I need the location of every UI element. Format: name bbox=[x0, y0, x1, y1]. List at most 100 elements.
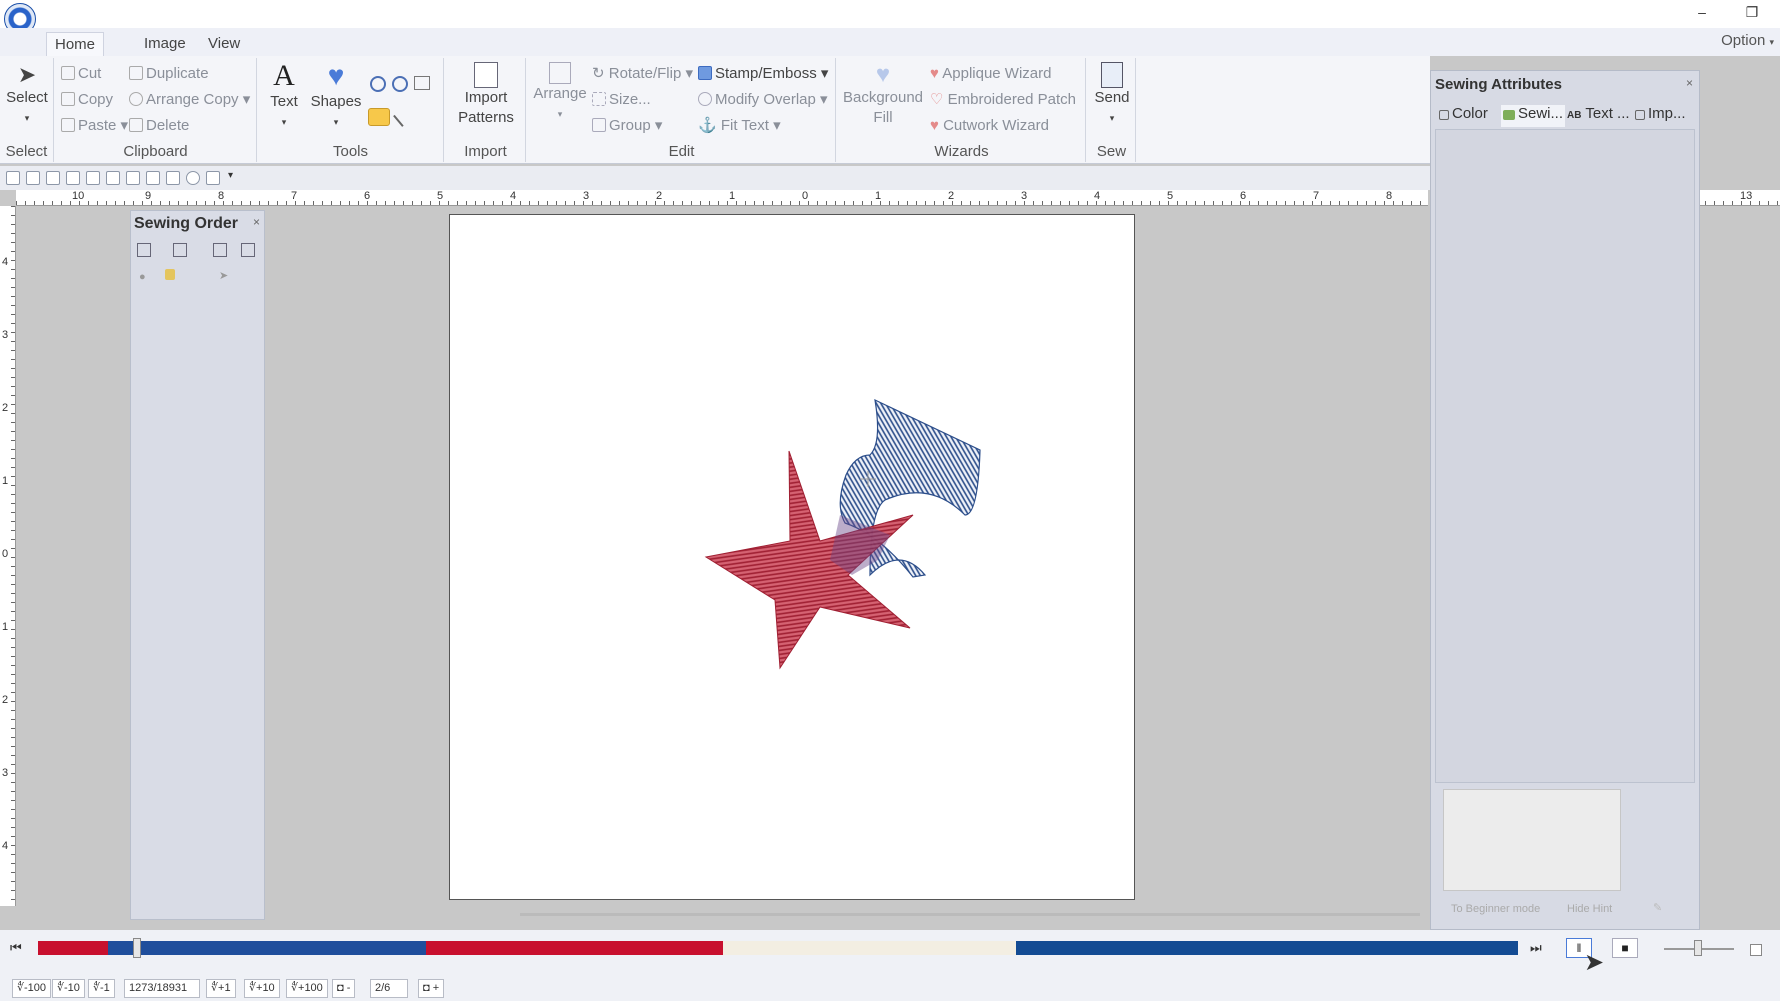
select-label: Select bbox=[6, 89, 48, 106]
arrange-button[interactable]: Arrange ▾ bbox=[530, 62, 590, 124]
duplicate-button[interactable]: Duplicate bbox=[129, 62, 209, 86]
tab-image[interactable]: Imp... bbox=[1635, 105, 1686, 127]
group-wizards: ♥ Background Fill ♥ Applique Wizard ♡ Em… bbox=[838, 58, 1086, 162]
frame-icon[interactable] bbox=[241, 243, 255, 257]
zoom-in-icon[interactable] bbox=[370, 76, 386, 92]
tab-color[interactable]: Color bbox=[1439, 105, 1488, 127]
layout-icon[interactable] bbox=[146, 171, 160, 185]
restore-icon[interactable]: ❐ bbox=[1740, 4, 1764, 24]
ruler-label: 0 bbox=[2, 548, 9, 560]
combine-icon[interactable] bbox=[213, 243, 227, 257]
stamp-emboss-button[interactable]: Stamp/Emboss ▾ bbox=[698, 62, 828, 86]
shapes-button[interactable]: ♥ Shapes ▾ bbox=[308, 60, 364, 132]
select-button[interactable]: ➤ Select ▾ bbox=[2, 62, 52, 128]
back-100-label: -100 bbox=[24, 982, 47, 994]
background-fill-button[interactable]: ♥ Background Fill bbox=[840, 62, 926, 128]
zoom-out-icon[interactable] bbox=[392, 76, 408, 92]
skip-end-icon[interactable]: ⏭ bbox=[1530, 940, 1542, 956]
back-100-button[interactable]: ∜-100 bbox=[12, 979, 52, 998]
paste-button[interactable]: Paste ▾ bbox=[61, 114, 128, 138]
close-icon[interactable]: × bbox=[1686, 76, 1693, 90]
close-icon[interactable]: × bbox=[253, 215, 260, 229]
rotate-icon: ↻ bbox=[592, 65, 605, 82]
preview-icon[interactable] bbox=[66, 171, 80, 185]
import-patterns-button[interactable]: Import Patterns bbox=[448, 62, 524, 128]
step-back-icon: ∜ bbox=[17, 982, 25, 994]
design-page[interactable] bbox=[449, 214, 1135, 900]
progress-slider-thumb[interactable] bbox=[133, 938, 142, 958]
help-icon[interactable] bbox=[186, 171, 200, 185]
customize-chevron-icon[interactable]: ▾ bbox=[228, 170, 233, 181]
copy-button[interactable]: Copy bbox=[61, 88, 113, 112]
forward-1-button[interactable]: ∜+1 bbox=[206, 979, 236, 998]
undo-icon[interactable] bbox=[86, 171, 100, 185]
order-tree-icon[interactable] bbox=[173, 243, 187, 257]
color-prev-button[interactable]: ◘ - bbox=[332, 979, 356, 998]
skip-start-icon[interactable]: ⏮ bbox=[10, 940, 22, 956]
minimize-icon[interactable]: – bbox=[1690, 4, 1714, 24]
fit-text-button[interactable]: ⚓ Fit Text ▾ bbox=[698, 114, 781, 138]
pointer-icon[interactable]: ➤ bbox=[219, 269, 228, 282]
text-ab-icon: AB bbox=[1567, 110, 1582, 121]
modify-overlap-button[interactable]: Modify Overlap ▾ bbox=[698, 88, 828, 112]
group-button[interactable]: Group ▾ bbox=[592, 114, 662, 138]
forward-10-button[interactable]: ∜+10 bbox=[244, 979, 280, 998]
tab-text[interactable]: AB Text ... bbox=[1567, 105, 1630, 127]
text-button[interactable]: A Text ▾ bbox=[262, 60, 306, 132]
hide-hint-button[interactable]: Hide Hint bbox=[1567, 903, 1612, 915]
option-label: Option bbox=[1721, 32, 1766, 49]
tab-home[interactable]: Home bbox=[46, 32, 105, 56]
eye-icon[interactable]: ● bbox=[139, 271, 146, 283]
group-import: Import Patterns Import bbox=[446, 58, 526, 162]
option-menu[interactable]: Option ▾ bbox=[1721, 32, 1774, 49]
size-button[interactable]: Size... bbox=[592, 88, 651, 112]
applique-wizard-button[interactable]: ♥ Applique Wizard bbox=[930, 62, 1051, 86]
stitch-total: /18931 bbox=[153, 982, 188, 994]
group-sew: Send ▾ Sew bbox=[1088, 58, 1136, 162]
rotate-flip-label: Rotate/Flip bbox=[608, 65, 682, 82]
stop-button[interactable]: ■ bbox=[1612, 938, 1638, 958]
tab-sewing[interactable]: Sewi... bbox=[1501, 105, 1566, 127]
measure-icon[interactable] bbox=[393, 107, 413, 127]
save-icon[interactable] bbox=[46, 171, 60, 185]
arrange-copy-button[interactable]: Arrange Copy ▾ bbox=[129, 88, 250, 112]
send-button[interactable]: Send ▾ bbox=[1090, 62, 1134, 128]
back-10-button[interactable]: ∜-10 bbox=[52, 979, 85, 998]
cut-button[interactable]: Cut bbox=[61, 62, 101, 86]
back-1-button[interactable]: ∜-1 bbox=[88, 979, 115, 998]
view-icon[interactable] bbox=[126, 171, 140, 185]
embroidered-patch-button[interactable]: ♡ Embroidered Patch bbox=[930, 88, 1076, 112]
group-label-import: Import bbox=[464, 143, 507, 160]
rotate-flip-button[interactable]: ↻ Rotate/Flip ▾ bbox=[592, 62, 693, 86]
speed-slider-thumb[interactable] bbox=[1694, 940, 1702, 956]
group-button-label: Group bbox=[609, 117, 651, 134]
forward-100-button[interactable]: ∜+100 bbox=[286, 979, 328, 998]
stamp-icon bbox=[698, 66, 712, 80]
mouse-cursor-icon: ➤ bbox=[1584, 949, 1605, 976]
image-tab-icon bbox=[1635, 110, 1645, 120]
stitch-counter[interactable]: 1273/18931 bbox=[124, 979, 200, 998]
group-tools: A Text ▾ ♥ Shapes ▾ Tools bbox=[258, 58, 444, 162]
tab-view[interactable]: View bbox=[200, 32, 248, 56]
open-file-icon[interactable] bbox=[26, 171, 40, 185]
cutwork-wizard-button[interactable]: ♥ Cutwork Wizard bbox=[930, 114, 1049, 138]
image-icon[interactable] bbox=[166, 171, 180, 185]
arrange-copy-icon bbox=[129, 92, 143, 106]
tab-image[interactable]: Image bbox=[136, 32, 194, 56]
embroidery-design[interactable] bbox=[450, 215, 1136, 901]
beginner-mode-button[interactable]: To Beginner mode bbox=[1451, 903, 1540, 915]
stitch-progress-bar[interactable] bbox=[38, 941, 1518, 955]
zoom-fit-icon[interactable] bbox=[414, 76, 430, 90]
hand-pan-icon[interactable] bbox=[368, 108, 390, 126]
redo-icon[interactable] bbox=[106, 171, 120, 185]
tool-icon[interactable] bbox=[206, 171, 220, 185]
option-checkbox[interactable] bbox=[1750, 944, 1762, 956]
duplicate-label: Duplicate bbox=[146, 65, 209, 82]
lock-icon[interactable] bbox=[165, 269, 175, 280]
delete-button[interactable]: Delete bbox=[129, 114, 189, 138]
horizontal-scrollbar[interactable] bbox=[520, 913, 1420, 916]
color-counter[interactable]: 2/6 bbox=[370, 979, 408, 998]
new-file-icon[interactable] bbox=[6, 171, 20, 185]
fit-view-icon[interactable] bbox=[137, 243, 151, 257]
color-next-button[interactable]: ◘ + bbox=[418, 979, 445, 998]
